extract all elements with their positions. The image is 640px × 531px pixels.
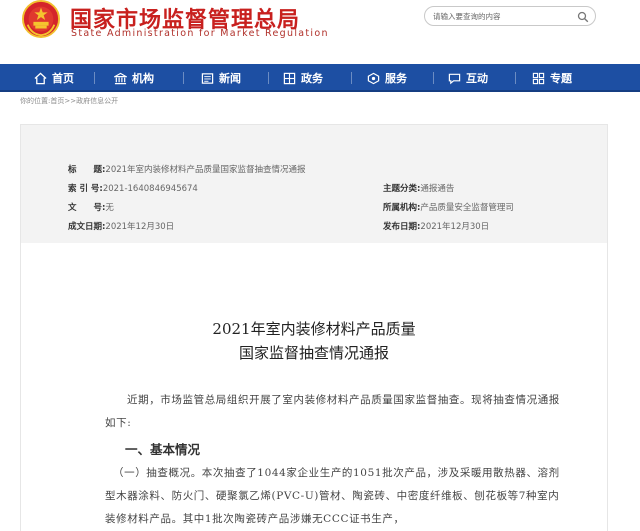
nav-label: 互动 bbox=[466, 72, 488, 85]
meta-pubdate: 发布日期:2021年12月30日 bbox=[383, 220, 489, 232]
nav-divider bbox=[268, 72, 269, 84]
nav-item-home[interactable]: 首页 bbox=[34, 64, 74, 92]
nav-label: 机构 bbox=[132, 72, 154, 85]
metadata-panel: 标 题:2021年室内装修材料产品质量国家监督抽查情况通报 索 引 号:2021… bbox=[21, 125, 607, 243]
meta-docno: 文 号:无 bbox=[68, 201, 114, 213]
nav-label: 专题 bbox=[550, 72, 572, 85]
meta-docno-value: 无 bbox=[105, 203, 114, 213]
main-nav: 首页 机构 新闻 政务 服务 互动 专题 bbox=[0, 64, 640, 92]
nav-label: 政务 bbox=[301, 72, 323, 85]
meta-category: 主题分类:通报通告 bbox=[383, 182, 454, 194]
nav-item-institution[interactable]: 机构 bbox=[114, 64, 154, 92]
meta-category-label: 主题分类: bbox=[383, 184, 421, 194]
meta-docno-label: 文 号: bbox=[68, 203, 106, 213]
section-paragraph: （一）抽查概况。本次抽查了1044家企业生产的1051批次产品，涉及采暖用散热器… bbox=[105, 467, 560, 525]
interaction-icon bbox=[448, 73, 461, 84]
meta-index-value: 2021-1640846945674 bbox=[102, 184, 198, 194]
meta-pubdate-value: 2021年12月30日 bbox=[420, 222, 490, 232]
home-icon bbox=[34, 72, 47, 84]
meta-date-label: 成文日期: bbox=[68, 222, 106, 232]
meta-org-value: 产品质量安全监督管理司 bbox=[420, 203, 514, 213]
meta-title-label: 标 题: bbox=[68, 165, 106, 175]
meta-pubdate-label: 发布日期: bbox=[383, 222, 421, 232]
nav-divider bbox=[515, 72, 516, 84]
meta-org-label: 所属机构: bbox=[383, 203, 421, 213]
nav-divider bbox=[433, 72, 434, 84]
site-subtitle: State Administration for Market Regulati… bbox=[71, 28, 329, 39]
document-title-line-1: 2021年室内装修材料产品质量 bbox=[212, 320, 416, 338]
nav-item-interaction[interactable]: 互动 bbox=[448, 64, 488, 92]
site-header: 国家市场监督管理总局 State Administration for Mark… bbox=[0, 0, 640, 64]
meta-index: 索 引 号:2021-1640846945674 bbox=[68, 182, 198, 194]
meta-category-value: 通报通告 bbox=[420, 184, 455, 194]
breadcrumb[interactable]: 你的位置:首页>>政府信息公开 bbox=[20, 96, 118, 106]
institution-icon bbox=[114, 72, 127, 84]
meta-title-value: 2021年室内装修材料产品质量国家监督抽查情况通报 bbox=[105, 165, 306, 175]
meta-date-value: 2021年12月30日 bbox=[105, 222, 175, 232]
nav-item-news[interactable]: 新闻 bbox=[201, 64, 241, 92]
meta-index-label: 索 引 号: bbox=[68, 184, 103, 194]
intro-paragraph: 近期，市场监管总局组织开展了室内装修材料产品质量国家监督抽查。现将抽查情况通报如… bbox=[105, 394, 560, 429]
article-card: 标 题:2021年室内装修材料产品质量国家监督抽查情况通报 索 引 号:2021… bbox=[20, 124, 608, 531]
nav-divider bbox=[351, 72, 352, 84]
topic-icon bbox=[532, 72, 545, 84]
meta-org: 所属机构:产品质量安全监督管理司 bbox=[383, 201, 514, 213]
search-input[interactable] bbox=[433, 10, 573, 23]
search-box bbox=[424, 6, 596, 26]
nav-item-government[interactable]: 政务 bbox=[283, 64, 323, 92]
search-icon[interactable] bbox=[577, 11, 589, 23]
meta-date: 成文日期:2021年12月30日 bbox=[68, 220, 174, 232]
nav-item-topic[interactable]: 专题 bbox=[532, 64, 572, 92]
national-emblem-icon[interactable] bbox=[22, 0, 60, 38]
service-icon bbox=[367, 72, 380, 84]
meta-title: 标 题:2021年室内装修材料产品质量国家监督抽查情况通报 bbox=[68, 163, 306, 175]
government-icon bbox=[283, 72, 296, 84]
nav-item-service[interactable]: 服务 bbox=[367, 64, 407, 92]
news-icon bbox=[201, 72, 214, 84]
nav-divider bbox=[94, 72, 95, 84]
nav-label: 服务 bbox=[385, 72, 407, 85]
section-heading: 一、基本情况 bbox=[125, 442, 201, 457]
document-title-line-2: 国家监督抽查情况通报 bbox=[238, 344, 389, 362]
nav-label: 首页 bbox=[52, 72, 74, 85]
nav-label: 新闻 bbox=[219, 72, 241, 85]
breadcrumb-text[interactable]: 你的位置:首页>>政府信息公开 bbox=[20, 97, 118, 105]
nav-divider bbox=[183, 72, 184, 84]
